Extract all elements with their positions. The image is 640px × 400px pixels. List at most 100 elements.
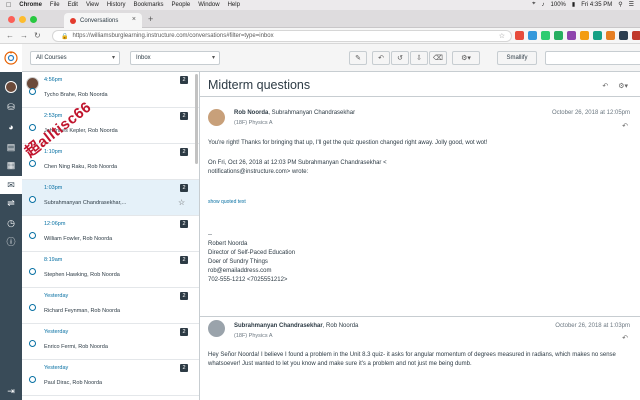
smallify-button[interactable]: Smallify [497,51,537,65]
star-icon[interactable]: ☆ [178,198,185,207]
unread-indicator[interactable] [29,196,36,203]
courses-book-icon[interactable]: ▤ [0,138,22,156]
unread-indicator[interactable] [29,268,36,275]
sender-recipients: , Rob Noorda [322,323,359,329]
notification-center-icon[interactable]: ☰ [629,1,634,8]
conversation-row[interactable]: 8:19am Stephen Hawking, Rob Noorda 2 [22,252,199,288]
close-window-button[interactable] [8,16,15,23]
address-bar[interactable]: 🔒 https://williamsburglearning.instructu… [52,30,512,42]
extension-icon[interactable] [528,31,537,40]
extension-icon[interactable] [580,31,589,40]
reply-button[interactable]: ↶ [372,51,390,65]
reply-icon[interactable]: ↶ [602,82,608,90]
battery-percent: 100% [550,1,566,8]
conversation-date: Yesterday [44,293,69,299]
quote-header-email: notifications@instructure.com> wrote: [208,169,309,175]
back-icon[interactable]: ← [6,31,14,40]
delete-button[interactable]: ⌫ [429,51,447,65]
message-date: October 26, 2018 at 12:05pm [551,110,630,116]
unread-indicator[interactable] [29,340,36,347]
unread-indicator[interactable] [29,124,36,131]
conversation-row[interactable]: 1:10pm Chen Ning Raku, Rob Noorda 2 [22,144,199,180]
conversation-row[interactable]: Yesterday Paul Dirac, Rob Noorda 2 [22,360,199,396]
bookmark-star-icon[interactable]: ☆ [499,32,505,40]
canvas-logo-icon [4,51,18,65]
wifi-icon[interactable]: ⌖ [532,1,535,8]
conversation-participants: Stephen Hawking, Rob Noorda [44,272,120,278]
unread-indicator[interactable] [29,232,36,239]
extension-icon[interactable] [567,31,576,40]
menu-view[interactable]: View [86,2,99,8]
volume-icon[interactable]: ♪ [542,2,545,8]
clock[interactable]: Fri 4:35 PM [581,2,612,8]
reply-all-icon: ↺ [397,55,403,62]
battery-icon[interactable]: ▮ [572,1,575,8]
unread-indicator[interactable] [29,376,36,383]
conversation-row[interactable]: 4:56pm Tycho Brahe, Rob Noorda 2 [22,72,199,108]
mailbox-filter-select[interactable]: Inbox ▾ [130,51,220,65]
show-quoted-text-link[interactable]: show quoted text [208,199,246,205]
message-reply-icon[interactable]: ↶ [622,122,628,130]
message-reply-icon[interactable]: ↶ [622,334,628,342]
conversation-row[interactable]: 12:06pm William Fowler, Rob Noorda 2 [22,216,199,252]
tab-title: Conversations [80,17,119,24]
admin-shield-icon[interactable]: ⛁ [0,98,22,116]
menu-people[interactable]: People [172,2,191,8]
history-icon[interactable]: ◷ [0,214,22,232]
reload-icon[interactable]: ↻ [34,31,41,40]
menu-file[interactable]: File [50,2,60,8]
menu-history[interactable]: History [107,2,126,8]
commons-icon[interactable]: ⇌ [0,194,22,212]
settings-menu-button[interactable]: ⚙▾ [452,51,480,65]
search-input[interactable] [545,51,640,65]
forward-icon[interactable]: → [20,31,28,40]
extension-icon[interactable] [632,31,640,40]
spotlight-icon[interactable]: ⚲ [618,1,622,8]
conversation-date: 4:56pm [44,77,63,83]
trash-icon: ⌫ [433,55,443,62]
message-sender: Subrahmanyan Chandrasekhar, Rob Noorda [234,323,358,329]
browser-tab[interactable]: Conversations × [64,13,142,28]
conversation-date: Yesterday [44,365,69,371]
reply-all-button[interactable]: ↺ [391,51,409,65]
nav-account[interactable] [0,78,22,96]
conversation-row[interactable]: Yesterday Richard Feynman, Rob Noorda 2 [22,288,199,324]
conversation-date: 1:03pm [44,185,63,191]
signature-line: -- [208,232,212,238]
extension-icon[interactable] [593,31,602,40]
compose-button[interactable]: ✎ [349,51,367,65]
minimize-window-button[interactable] [19,16,26,23]
unread-indicator[interactable] [29,88,36,95]
menu-help[interactable]: Help [228,2,240,8]
inbox-icon[interactable]: ✉ [0,176,22,194]
new-tab-button[interactable]: + [148,14,153,24]
gear-icon[interactable]: ⚙▾ [618,82,628,90]
extension-icon[interactable] [515,31,524,40]
avatar [208,109,225,126]
extension-icon[interactable] [619,31,628,40]
archive-button[interactable]: ⇩ [410,51,428,65]
extension-icon[interactable] [554,31,563,40]
calendar-icon[interactable]: ▦ [0,156,22,174]
zoom-window-button[interactable] [30,16,37,23]
message-count-badge: 2 [180,220,188,228]
menu-chrome[interactable]: Chrome [19,2,42,8]
dashboard-gauge-icon[interactable]: ◕ [0,118,22,136]
conversation-row-selected[interactable]: 1:03pm Subrahmanyan Chandrasekhar,... 2 … [22,180,199,216]
help-icon[interactable]: ⓘ [0,232,22,250]
canvas-logo[interactable] [0,44,22,72]
collapse-nav-icon[interactable]: ⇥ [0,382,22,400]
conversation-row[interactable]: Yesterday Enrico Fermi, Rob Noorda 2 [22,324,199,360]
unread-indicator[interactable] [29,304,36,311]
extension-icon[interactable] [541,31,550,40]
extension-icon[interactable] [606,31,615,40]
close-tab-icon[interactable]: × [132,16,136,23]
course-filter-select[interactable]: All Courses ▾ [30,51,120,65]
compose-icon: ✎ [355,55,361,62]
list-scrollbar[interactable] [195,74,198,164]
menu-window[interactable]: Window [198,2,219,8]
apple-icon[interactable]:  [6,2,11,9]
menu-edit[interactable]: Edit [68,2,78,8]
menu-bookmarks[interactable]: Bookmarks [134,2,164,8]
message-divider [200,316,640,317]
